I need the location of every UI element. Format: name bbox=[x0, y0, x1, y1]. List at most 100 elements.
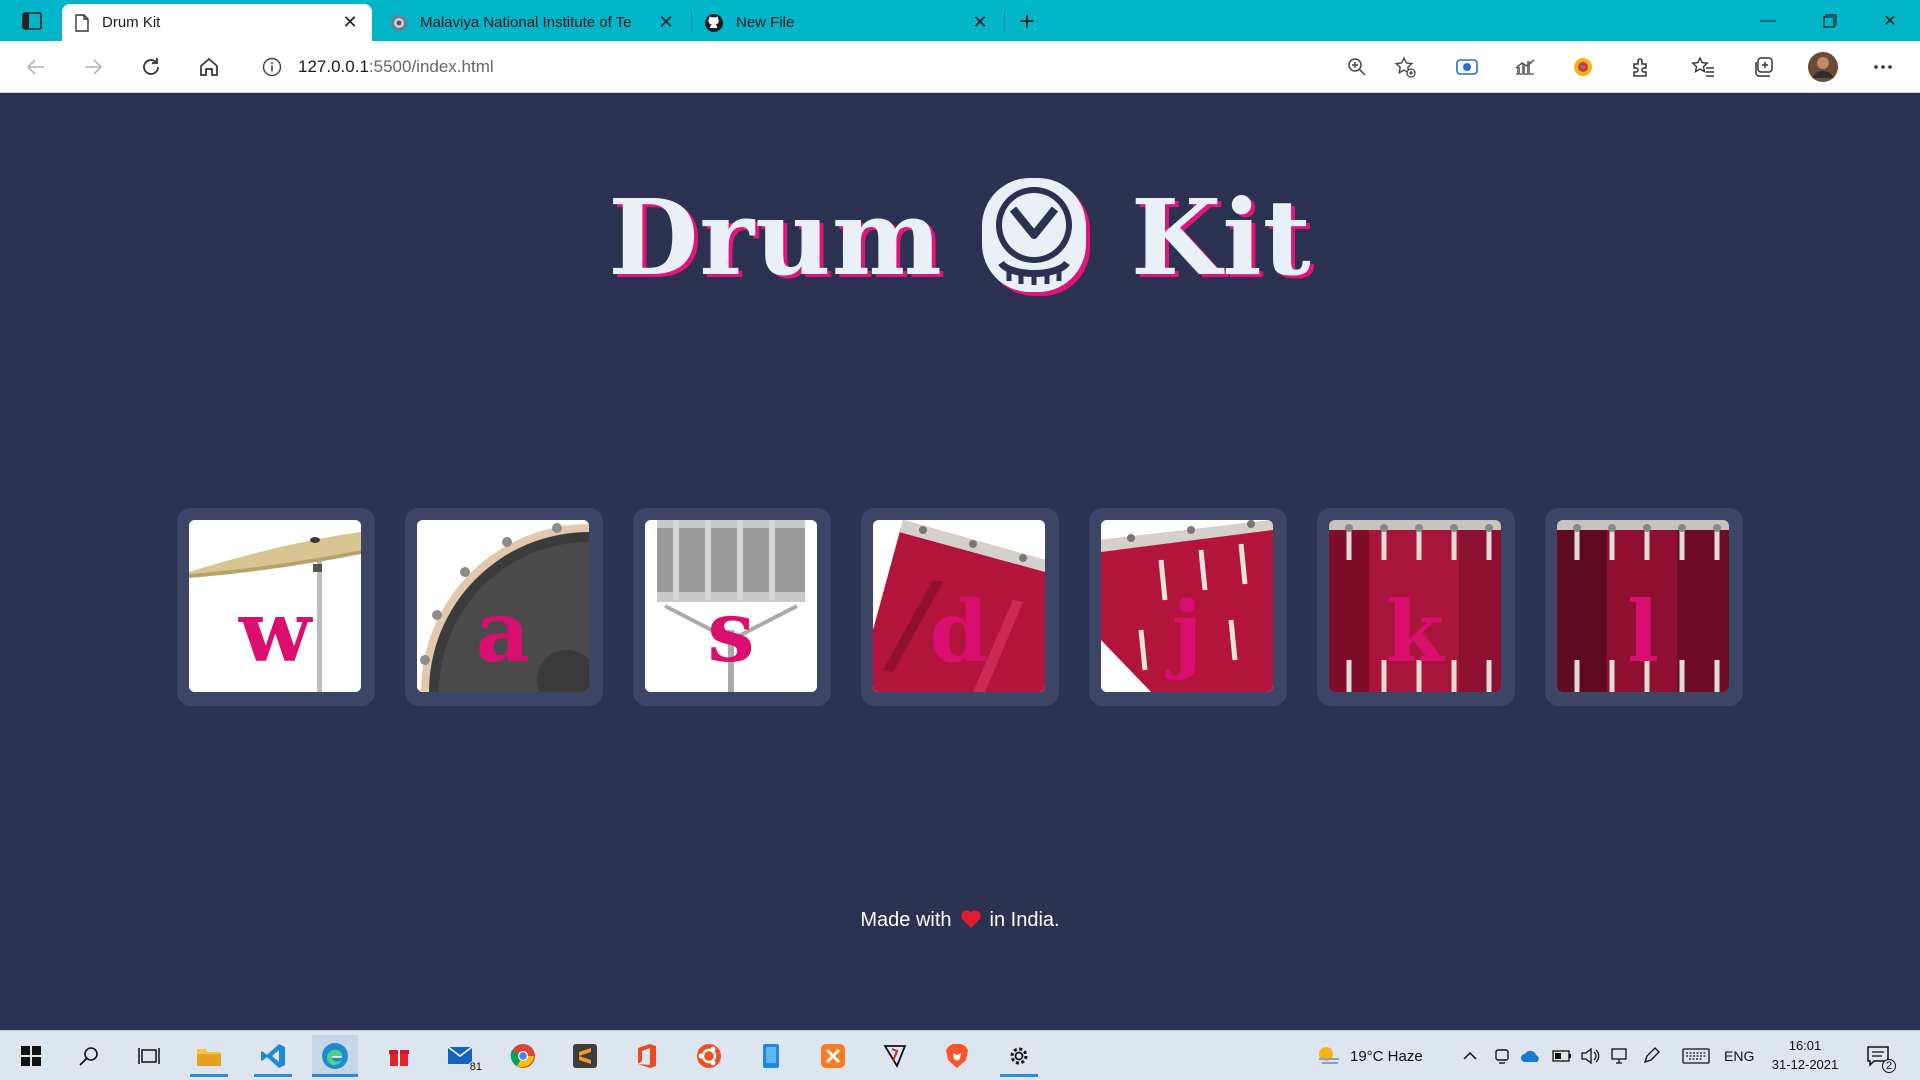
mail-icon[interactable]: 81 bbox=[438, 1035, 484, 1077]
restore-icon[interactable] bbox=[1800, 0, 1860, 41]
drum-key-face: k bbox=[1329, 520, 1501, 692]
footer-text-end: in India. bbox=[989, 909, 1060, 931]
site-info-icon[interactable] bbox=[262, 57, 282, 77]
performance-icon[interactable] bbox=[1508, 50, 1542, 84]
touch-keyboard-icon[interactable] bbox=[1682, 1031, 1710, 1080]
page-content: Drum Kit w a s d j k l Made with in Indi… bbox=[0, 93, 1920, 1030]
new-tab-icon[interactable]: + bbox=[1010, 6, 1044, 36]
drum-key-face: a bbox=[417, 520, 589, 692]
tab-actions-icon[interactable] bbox=[14, 8, 50, 34]
clock-date: 31-12-2021 bbox=[1771, 1057, 1839, 1072]
notification-center-icon[interactable]: 2 bbox=[1866, 1031, 1897, 1080]
url-path: :5500/index.html bbox=[368, 57, 494, 76]
collections-icon[interactable] bbox=[1746, 50, 1780, 84]
page-footer: Made with in India. bbox=[0, 909, 1920, 932]
forward-icon[interactable] bbox=[76, 50, 110, 84]
file-explorer-icon[interactable] bbox=[186, 1035, 232, 1077]
ubuntu-icon[interactable] bbox=[686, 1035, 732, 1077]
notification-count: 2 bbox=[1882, 1059, 1897, 1073]
vscode-icon[interactable] bbox=[250, 1035, 296, 1077]
onedrive-icon[interactable] bbox=[1520, 1031, 1542, 1080]
search-icon[interactable] bbox=[66, 1035, 112, 1077]
tab-drum-kit[interactable]: Drum Kit ✕ bbox=[62, 4, 372, 41]
drum-key-l[interactable]: l bbox=[1545, 508, 1743, 706]
back-icon[interactable] bbox=[19, 50, 53, 84]
xampp-icon[interactable] bbox=[810, 1035, 856, 1077]
windows-taskbar: 81 19°C Haze ENG 16:01 31-12-2021 2 bbox=[0, 1030, 1920, 1080]
clock-time: 16:01 bbox=[1788, 1038, 1822, 1053]
close-window-icon[interactable]: ✕ bbox=[1860, 0, 1920, 41]
browser-toolbar: 127.0.0.1:5500/index.html bbox=[0, 41, 1920, 93]
drum-logo-icon bbox=[981, 178, 1090, 296]
url-text: 127.0.0.1:5500/index.html bbox=[298, 57, 494, 77]
task-view-icon[interactable] bbox=[126, 1035, 172, 1077]
refresh-icon[interactable] bbox=[134, 50, 168, 84]
drum-key-row: w a s d j k l bbox=[177, 508, 1747, 708]
key-letter: s bbox=[707, 582, 755, 681]
network-icon[interactable] bbox=[1610, 1031, 1630, 1080]
weather-text: 19°C Haze bbox=[1350, 1047, 1423, 1065]
drum-key-a[interactable]: a bbox=[405, 508, 603, 706]
key-letter: a bbox=[475, 582, 531, 681]
tab-mnit[interactable]: Malaviya National Institute of Te ✕ bbox=[378, 4, 688, 41]
tab-new-file[interactable]: New File ✕ bbox=[692, 4, 1002, 41]
tab-title: Drum Kit bbox=[102, 14, 161, 31]
weather-haze-icon bbox=[1319, 1047, 1339, 1064]
extensions-icon[interactable] bbox=[1624, 50, 1658, 84]
sublime-text-icon[interactable] bbox=[562, 1035, 608, 1077]
gift-app-icon[interactable] bbox=[376, 1035, 422, 1077]
phone-app-icon[interactable] bbox=[748, 1035, 794, 1077]
system-clock[interactable]: 16:01 31-12-2021 bbox=[1760, 1036, 1850, 1074]
page-title: Drum Kit bbox=[0, 175, 1920, 299]
page-icon bbox=[75, 13, 89, 32]
heart-icon bbox=[960, 910, 981, 928]
settings-icon[interactable] bbox=[996, 1035, 1042, 1077]
url-host: 127.0.0.1 bbox=[298, 57, 369, 76]
home-icon[interactable] bbox=[192, 50, 226, 84]
title-word-drum: Drum bbox=[608, 175, 943, 299]
extension-color-icon[interactable] bbox=[1566, 50, 1600, 84]
edge-icon[interactable] bbox=[312, 1035, 358, 1077]
office-icon[interactable] bbox=[624, 1035, 670, 1077]
show-hidden-icons[interactable] bbox=[1462, 1031, 1478, 1080]
drum-key-face: l bbox=[1557, 520, 1729, 692]
zoom-icon[interactable] bbox=[1340, 50, 1374, 84]
more-options-icon[interactable] bbox=[1866, 50, 1900, 84]
start-icon[interactable] bbox=[8, 1035, 54, 1077]
tab-title: Malaviya National Institute of Te bbox=[420, 14, 632, 31]
drum-key-j[interactable]: j bbox=[1089, 508, 1287, 706]
footer-text-start: Made with bbox=[860, 909, 952, 931]
chrome-icon[interactable] bbox=[500, 1035, 546, 1077]
mail-badge: 81 bbox=[467, 1061, 484, 1073]
terminal-app-icon[interactable] bbox=[872, 1035, 918, 1077]
address-bar[interactable]: 127.0.0.1:5500/index.html bbox=[250, 48, 1420, 86]
close-tab-icon[interactable]: ✕ bbox=[970, 12, 990, 33]
close-tab-icon[interactable]: ✕ bbox=[340, 12, 360, 33]
meet-now-icon[interactable] bbox=[1494, 1031, 1510, 1080]
profile-avatar[interactable] bbox=[1806, 50, 1840, 84]
drum-key-face: s bbox=[645, 520, 817, 692]
battery-icon[interactable] bbox=[1552, 1031, 1572, 1080]
minimize-icon[interactable]: — bbox=[1738, 0, 1798, 41]
drum-key-w[interactable]: w bbox=[177, 508, 375, 706]
favorites-icon[interactable] bbox=[1686, 50, 1720, 84]
drum-key-d[interactable]: d bbox=[861, 508, 1059, 706]
mnit-favicon-icon bbox=[391, 14, 407, 31]
chevron-up-icon bbox=[1463, 1051, 1477, 1060]
drum-key-s[interactable]: s bbox=[633, 508, 831, 706]
pen-icon[interactable] bbox=[1642, 1031, 1660, 1080]
brave-icon[interactable] bbox=[934, 1035, 980, 1077]
github-icon bbox=[705, 13, 723, 32]
key-letter: l bbox=[1627, 582, 1659, 681]
drum-key-face: j bbox=[1101, 520, 1273, 692]
volume-icon[interactable] bbox=[1580, 1031, 1600, 1080]
weather-widget[interactable]: 19°C Haze bbox=[1316, 1031, 1423, 1080]
add-favorite-icon[interactable] bbox=[1388, 50, 1422, 84]
tab-divider bbox=[1004, 12, 1005, 32]
close-tab-icon[interactable]: ✕ bbox=[656, 12, 676, 33]
screen-capture-icon[interactable] bbox=[1450, 50, 1484, 84]
drum-key-face: w bbox=[189, 520, 361, 692]
drum-key-k[interactable]: k bbox=[1317, 508, 1515, 706]
title-word-kit: Kit bbox=[1130, 175, 1312, 299]
input-language[interactable]: ENG bbox=[1724, 1031, 1754, 1080]
